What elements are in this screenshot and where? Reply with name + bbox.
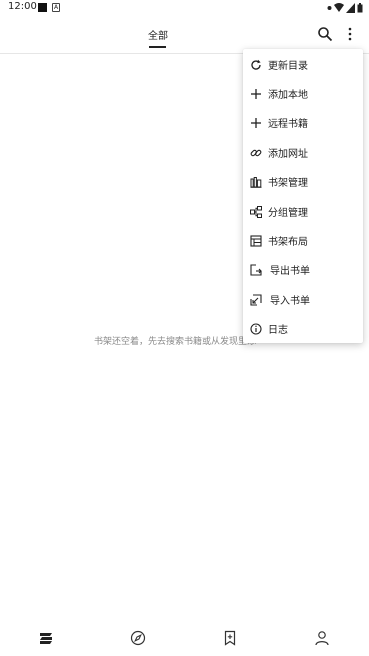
refresh-icon [251,59,261,70]
export-icon [250,263,262,276]
person-icon[interactable] [314,630,330,646]
menu-item-label: 远程书籍 [268,119,308,130]
menu-item-bookshelf-layout[interactable]: 书架布局 [243,226,363,255]
menu-item-group-manage[interactable]: 分组管理 [243,197,363,226]
menu-item-label: 分组管理 [268,208,308,219]
dot-icon [327,6,332,10]
layout-icon [250,234,262,247]
menu-item-label: 导出书单 [270,266,310,277]
menu-item-export-booklist[interactable]: 导出书单 [243,255,363,284]
menu-item-label: 更新目录 [268,61,308,72]
tab-indicator [149,46,166,48]
more-vert-icon[interactable] [343,26,357,42]
link-icon [250,149,262,156]
bottom-navigation [0,620,369,656]
menu-item-label: 添加本地 [268,90,308,101]
wifi-icon [334,3,344,12]
menu-item-log[interactable]: 日志 [243,314,363,343]
menu-item-label: 书架布局 [268,237,308,248]
menu-item-label: 导入书单 [270,296,310,307]
menu-item-label: 书架管理 [268,178,308,189]
menu-item-label: 日志 [268,325,288,336]
notification-icon [38,3,47,12]
battery-icon [357,3,363,13]
menu-item-bookshelf-manage[interactable]: 书架管理 [243,167,363,196]
status-bar: 12:00 A [0,0,369,16]
notification-badge-icon: A [52,3,60,12]
system-icons [327,3,363,13]
menu-item-add-local[interactable]: 添加本地 [243,79,363,108]
overflow-menu: 更新目录 添加本地 远程书籍 添加网址 书架管理 分组管理 书架布局 导出书单 … [243,49,363,343]
menu-item-label: 添加网址 [268,149,308,160]
tab-all[interactable]: 全部 [148,27,168,42]
menu-item-add-url[interactable]: 添加网址 [243,138,363,167]
bookmark-icon[interactable] [222,630,238,646]
bookshelf-nav-icon[interactable] [38,630,54,646]
import-icon [250,293,262,306]
search-icon[interactable] [317,26,333,42]
status-time: 12:00 [8,1,37,12]
compass-icon[interactable] [130,630,146,646]
group-icon [250,205,262,218]
empty-state-message: 书架还空着，先去搜索书籍或从发现里添 [94,337,257,347]
signal-icon [346,3,355,13]
menu-item-import-booklist[interactable]: 导入书单 [243,285,363,314]
plus-icon [251,88,261,99]
bookshelf-icon [250,176,262,188]
menu-item-remote-books[interactable]: 远程书籍 [243,108,363,137]
plus-icon [251,117,261,128]
info-icon [250,322,262,335]
menu-item-update-toc[interactable]: 更新目录 [243,50,363,79]
